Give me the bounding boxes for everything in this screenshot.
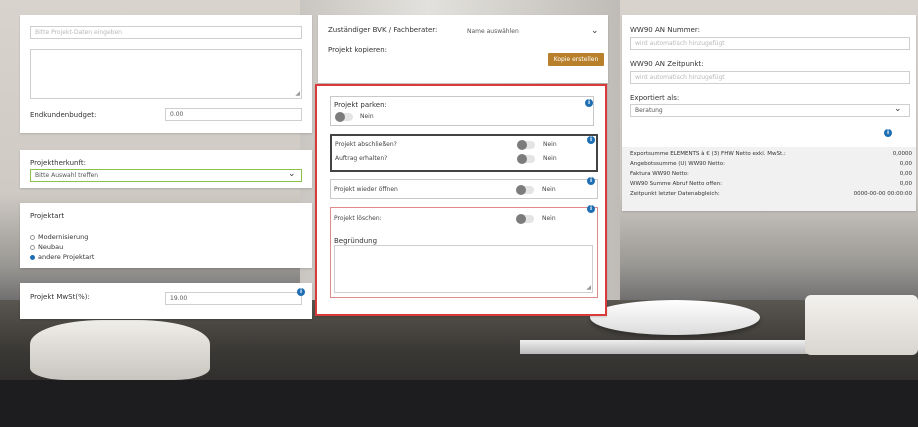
chevron-down-icon[interactable]: ⌄ (591, 27, 599, 36)
herkunft-select-value: Bitte Auswahl treffen (35, 172, 99, 179)
projektart-panel: Projektart Modernisierung Neubau andere … (20, 203, 312, 268)
budget-label: Endkundenbudget: (30, 111, 97, 119)
number-label: WW90 AN Nummer: (630, 26, 700, 34)
summary-label: Exportsumme ELEMENTS à € (3) FHW Netto e… (630, 151, 786, 157)
summary-label: Faktura WW90 Netto: (630, 171, 689, 177)
order-label: Auftrag erhalten? (335, 155, 388, 162)
close-value: Nein (543, 141, 557, 148)
bvk-select[interactable]: Name auswählen (463, 26, 602, 39)
number-input[interactable]: wird automatisch hinzugefügt (630, 37, 910, 50)
radio-label: andere Projektart (38, 253, 95, 261)
projektart-label: Projektart (30, 212, 65, 220)
bvk-label: Zuständiger BVK / Fachberater: (328, 26, 438, 34)
summary-value: 0,00 (899, 171, 912, 177)
order-value: Nein (543, 155, 557, 162)
mwst-panel: Projekt MwSt(%): 19.00 i (20, 283, 312, 319)
project-data-panel: Bitte Projekt-Daten eingeben ◢ Endkunden… (20, 15, 312, 133)
ww90-panel: WW90 AN Nummer: wird automatisch hinzuge… (622, 15, 916, 211)
info-icon[interactable]: i (884, 129, 892, 137)
summary-value: 0000-00-00 00:00:00 (853, 191, 912, 197)
info-icon[interactable]: i (587, 136, 595, 144)
park-label: Projekt parken: (334, 101, 387, 109)
resize-grip-icon[interactable]: ◢ (586, 284, 591, 292)
radio-label: Modernisierung (38, 233, 89, 241)
time-label: WW90 AN Zeitpunkt: (630, 60, 704, 68)
info-icon[interactable]: i (297, 288, 305, 296)
radio-neubau[interactable]: Neubau (30, 243, 63, 251)
summary-value: 0,0000 (892, 151, 912, 157)
herkunft-panel: Projektherkunft: Bitte Auswahl treffen ⌄ (20, 150, 312, 188)
budget-input[interactable]: 0.00 (165, 108, 302, 121)
radio-andere-projektart[interactable]: andere Projektart (30, 253, 94, 261)
summary-value: 0,00 (899, 181, 912, 187)
park-section: Projekt parken: Nein i (330, 96, 594, 126)
project-data-input[interactable]: Bitte Projekt-Daten eingeben (30, 26, 302, 39)
export-select[interactable]: Beratung (630, 104, 910, 117)
close-label: Projekt abschließen? (335, 141, 397, 148)
bvk-select-value: Name auswählen (467, 28, 519, 35)
info-icon[interactable]: i (585, 99, 593, 107)
close-toggle[interactable] (517, 140, 535, 150)
reopen-label: Projekt wieder öffnen (334, 186, 398, 193)
reason-textarea[interactable]: ◢ (334, 245, 593, 293)
bvk-panel: Zuständiger BVK / Fachberater: Name ausw… (318, 15, 608, 83)
summary-label: WW90 Summe Abruf Netto offen: (630, 181, 722, 187)
time-input[interactable]: wird automatisch hinzugefügt (630, 71, 910, 84)
park-toggle[interactable] (335, 112, 353, 122)
delete-label: Projekt löschen: (334, 215, 382, 222)
delete-toggle[interactable] (516, 214, 534, 224)
mwst-input[interactable]: 19.00 (165, 292, 302, 305)
info-icon[interactable]: i (587, 205, 595, 213)
reopen-value: Nein (542, 186, 556, 193)
summary-label: Angebotssumme (U) WW90 Netto: (630, 161, 725, 167)
reason-label: Begründung (334, 237, 378, 245)
summary-row: Zeitpunkt letzter Datenabgleich: 0000-00-… (630, 191, 912, 197)
summary-row: Angebotssumme (U) WW90 Netto: 0,00 (630, 161, 912, 167)
resize-grip-icon[interactable]: ◢ (295, 90, 300, 98)
close-section: Projekt abschließen? Nein Auftrag erhalt… (330, 134, 598, 172)
park-value: Nein (360, 113, 374, 120)
radio-modernisierung[interactable]: Modernisierung (30, 233, 88, 241)
summary-label: Zeitpunkt letzter Datenabgleich: (630, 191, 720, 197)
delete-value: Nein (542, 215, 556, 222)
copy-project-button[interactable]: Kopie erstellen (548, 53, 604, 66)
chevron-down-icon[interactable]: ⌄ (288, 170, 296, 179)
summary-value: 0,00 (899, 161, 912, 167)
summary-table: Exportsumme ELEMENTS à € (3) FHW Netto e… (622, 147, 916, 211)
radio-label: Neubau (38, 243, 64, 251)
herkunft-label: Projektherkunft: (30, 159, 86, 167)
mwst-label: Projekt MwSt(%): (30, 293, 90, 301)
reopen-section: Projekt wieder öffnen Nein i (330, 177, 598, 199)
summary-row: Exportsumme ELEMENTS à € (3) FHW Netto e… (630, 151, 912, 157)
reopen-toggle[interactable] (516, 185, 534, 195)
project-notes-textarea[interactable]: ◢ (30, 49, 302, 99)
copy-label: Projekt kopieren: (328, 46, 387, 54)
delete-section: Projekt löschen: Nein i Begründung ◢ (330, 205, 598, 298)
export-select-value: Beratung (635, 107, 663, 114)
summary-row: Faktura WW90 Netto: 0,00 (630, 171, 912, 177)
summary-row: WW90 Summe Abruf Netto offen: 0,00 (630, 181, 912, 187)
project-actions-panel: Projekt parken: Nein i Projekt abschließ… (315, 84, 607, 316)
info-icon[interactable]: i (587, 177, 595, 185)
export-label: Exportiert als: (630, 94, 680, 102)
chevron-down-icon[interactable]: ⌄ (894, 105, 902, 114)
herkunft-select[interactable]: Bitte Auswahl treffen (30, 169, 302, 182)
order-toggle[interactable] (517, 154, 535, 164)
